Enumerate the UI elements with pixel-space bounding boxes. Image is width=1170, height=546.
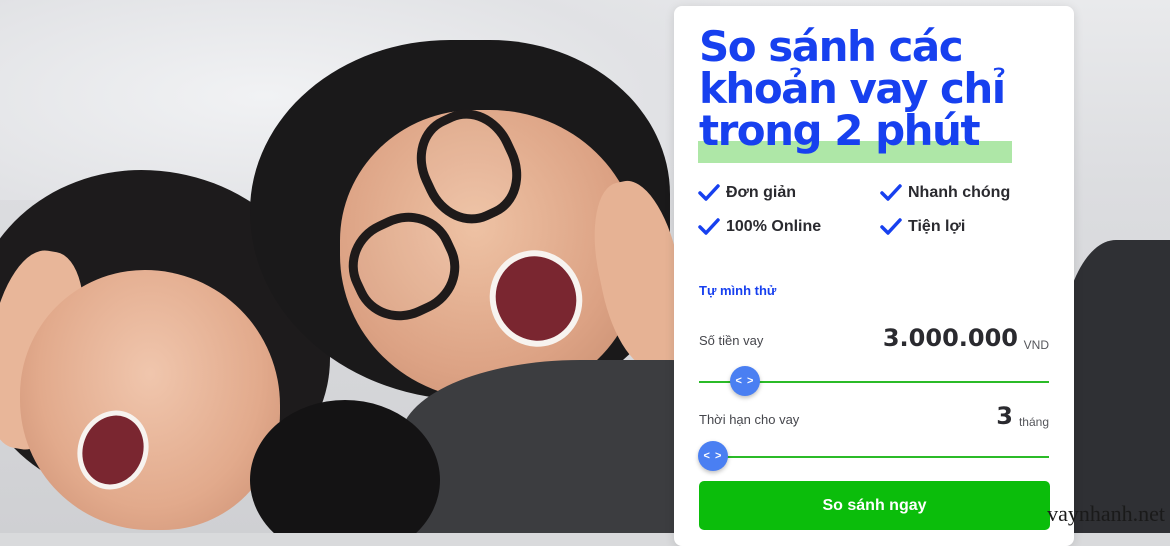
headline-line-3: trong 2 phút [699, 106, 981, 155]
loan-term-slider[interactable]: < > [698, 441, 1049, 471]
loan-amount-value: 3.000.000 [882, 324, 1018, 352]
chevrons-icon: < > [735, 375, 755, 387]
loan-term-unit: tháng [1018, 415, 1049, 429]
loan-amount-slider[interactable]: < > [699, 366, 1049, 396]
check-icon [880, 218, 902, 235]
watermark: vaynhanh.net [1047, 501, 1165, 526]
check-icon [880, 184, 902, 201]
feature-label: 100% Online [726, 218, 822, 235]
feature-item: Nhanh chóng [880, 183, 1058, 203]
loan-amount-slider-handle[interactable]: < > [730, 366, 760, 396]
check-icon [698, 218, 720, 235]
loan-term-value: 3 [996, 402, 1013, 430]
feature-item: Tiện lợi [880, 217, 1058, 237]
loan-amount-label: Số tiền vay [699, 333, 764, 348]
check-icon [698, 184, 720, 201]
chevrons-icon: < > [703, 450, 723, 462]
try-it-link[interactable]: Tự mình thử [699, 283, 776, 298]
feature-label: Đơn giản [726, 184, 797, 201]
headline: So sánh các khoản vay chỉ trong 2 phút [699, 26, 1029, 152]
feature-item: 100% Online [698, 217, 880, 237]
loan-term-slider-handle[interactable]: < > [698, 441, 728, 471]
loan-amount-unit: VND [1023, 338, 1049, 352]
compare-now-button[interactable]: So sánh ngay [699, 481, 1050, 530]
loan-compare-card: So sánh các khoản vay chỉ trong 2 phút Đ… [674, 6, 1074, 546]
feature-label: Tiện lợi [908, 218, 966, 235]
loan-term-label: Thời hạn cho vay [699, 412, 800, 427]
feature-item: Đơn giản [698, 183, 880, 203]
feature-list: Đơn giản Nhanh chóng 100% Online Tiện lợ… [698, 183, 1058, 237]
background-person-shirt [1060, 240, 1170, 533]
feature-label: Nhanh chóng [908, 184, 1011, 201]
